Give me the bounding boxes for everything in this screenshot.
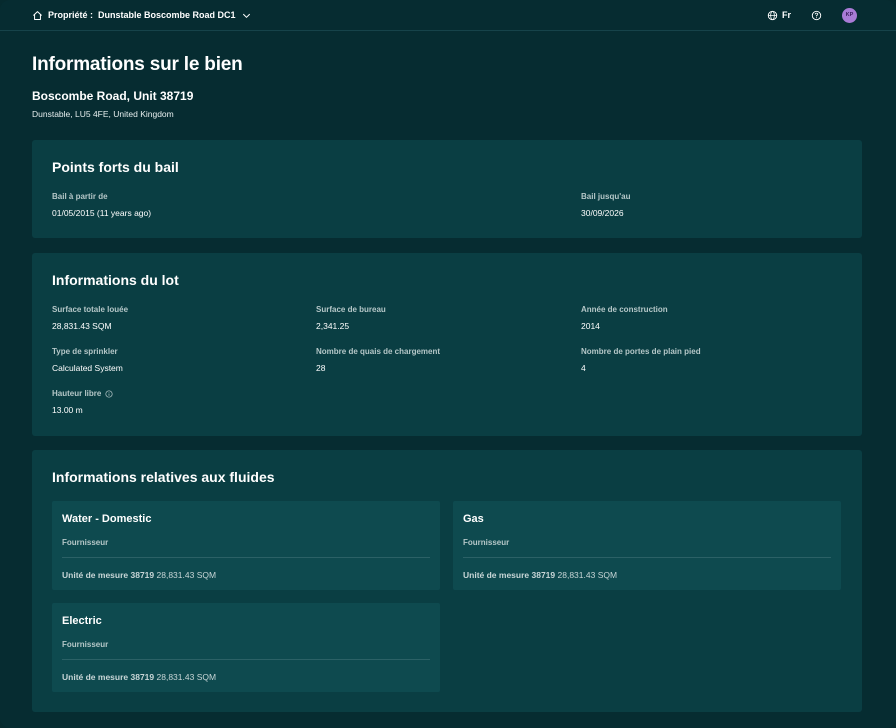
page-title: Informations sur le bien — [32, 54, 243, 75]
home-icon — [32, 10, 43, 21]
utility-measure: Unité de mesure 38719 28,831.43 SQM — [463, 570, 617, 580]
lease-card-title: Points forts du bail — [52, 159, 179, 175]
utility-measure: Unité de mesure 38719 28,831.43 SQM — [62, 672, 216, 682]
lot-field-clear-height: Hauteur libre 13.00 m — [52, 389, 113, 415]
lot-card: Informations du lot Surface totale louée… — [32, 253, 862, 436]
field-value: 4 — [581, 363, 586, 373]
app-window: Propriété : Dunstable Boscombe Road DC1 … — [0, 0, 896, 728]
avatar[interactable]: KP — [842, 7, 857, 23]
utility-measure: Unité de mesure 38719 28,831.43 SQM — [62, 570, 216, 580]
help-icon[interactable] — [811, 10, 822, 21]
utility-measure-value: 28,831.43 SQM — [557, 570, 618, 580]
utility-measure-label: Unité de mesure 38719 — [463, 570, 556, 580]
property-selector[interactable]: Propriété : Dunstable Boscombe Road DC1 — [32, 10, 252, 21]
language-label: Fr — [782, 10, 791, 20]
lot-field-loading-docks: Nombre de quais de chargement 28 — [316, 347, 440, 373]
field-label: Type de sprinkler — [52, 347, 118, 356]
utility-measure-value: 28,831.43 SQM — [156, 672, 217, 682]
lease-start-value: 01/05/2015 (11 years ago) — [52, 208, 152, 218]
utilities-card: Informations relatives aux fluides Water… — [32, 450, 862, 712]
utility-measure-value: 28,831.43 SQM — [156, 570, 217, 580]
globe-icon — [767, 10, 778, 21]
lot-field-year-built: Année de construction 2014 — [581, 305, 668, 331]
field-label: Nombre de portes de plain pied — [581, 347, 701, 356]
lease-end-value: 30/09/2026 — [581, 208, 624, 218]
field-value: Calculated System — [52, 363, 123, 373]
utility-card-electric: Electric Fournisseur Unité de mesure 387… — [52, 603, 440, 692]
language-switcher[interactable]: Fr — [767, 10, 791, 21]
top-bar: Propriété : Dunstable Boscombe Road DC1 … — [0, 0, 896, 31]
utility-measure-label: Unité de mesure 38719 — [62, 570, 155, 580]
divider — [62, 557, 430, 558]
field-value: 2,341.25 — [316, 321, 350, 331]
lease-start-label: Bail à partir de — [52, 192, 108, 201]
divider — [62, 659, 430, 660]
lease-end-field: Bail jusqu'au 30/09/2026 — [581, 192, 630, 218]
utility-name: Gas — [463, 513, 484, 525]
utility-measure-label: Unité de mesure 38719 — [62, 672, 155, 682]
field-label-row: Hauteur libre — [52, 389, 113, 398]
utilities-card-title: Informations relatives aux fluides — [52, 469, 275, 485]
utility-supplier-label: Fournisseur — [463, 538, 510, 547]
divider — [463, 557, 831, 558]
lot-field-office-surface: Surface de bureau 2,341.25 — [316, 305, 386, 331]
field-value: 2014 — [581, 321, 600, 331]
field-label: Hauteur libre — [52, 389, 102, 398]
utility-name: Electric — [62, 615, 102, 627]
field-value: 28 — [316, 363, 326, 373]
property-name: Dunstable Boscombe Road DC1 — [98, 10, 236, 20]
utility-supplier-label: Fournisseur — [62, 640, 109, 649]
field-value: 13.00 m — [52, 405, 83, 415]
lot-card-title: Informations du lot — [52, 272, 179, 288]
lease-end-label: Bail jusqu'au — [581, 192, 631, 201]
utility-card-water: Water - Domestic Fournisseur Unité de me… — [52, 501, 440, 590]
lot-field-level-doors: Nombre de portes de plain pied 4 — [581, 347, 701, 373]
lot-field-total-surface: Surface totale louée 28,831.43 SQM — [52, 305, 128, 331]
lot-field-sprinkler: Type de sprinkler Calculated System — [52, 347, 123, 373]
field-label: Surface totale louée — [52, 305, 129, 314]
field-label: Surface de bureau — [316, 305, 386, 314]
utility-name: Water - Domestic — [62, 513, 152, 525]
field-label: Nombre de quais de chargement — [316, 347, 441, 356]
lease-card: Points forts du bail Bail à partir de 01… — [32, 140, 862, 238]
property-prefix: Propriété : — [48, 10, 94, 20]
info-icon[interactable] — [105, 389, 113, 398]
chevron-down-icon — [241, 10, 252, 21]
address-line2: Dunstable, LU5 4FE, United Kingdom — [32, 109, 174, 119]
field-label: Année de construction — [581, 305, 668, 314]
address-line1: Boscombe Road, Unit 38719 — [32, 89, 194, 103]
field-value: 28,831.43 SQM — [52, 321, 112, 331]
utility-supplier-label: Fournisseur — [62, 538, 109, 547]
utility-card-gas: Gas Fournisseur Unité de mesure 38719 28… — [453, 501, 841, 590]
lease-start-field: Bail à partir de 01/05/2015 (11 years ag… — [52, 192, 151, 218]
